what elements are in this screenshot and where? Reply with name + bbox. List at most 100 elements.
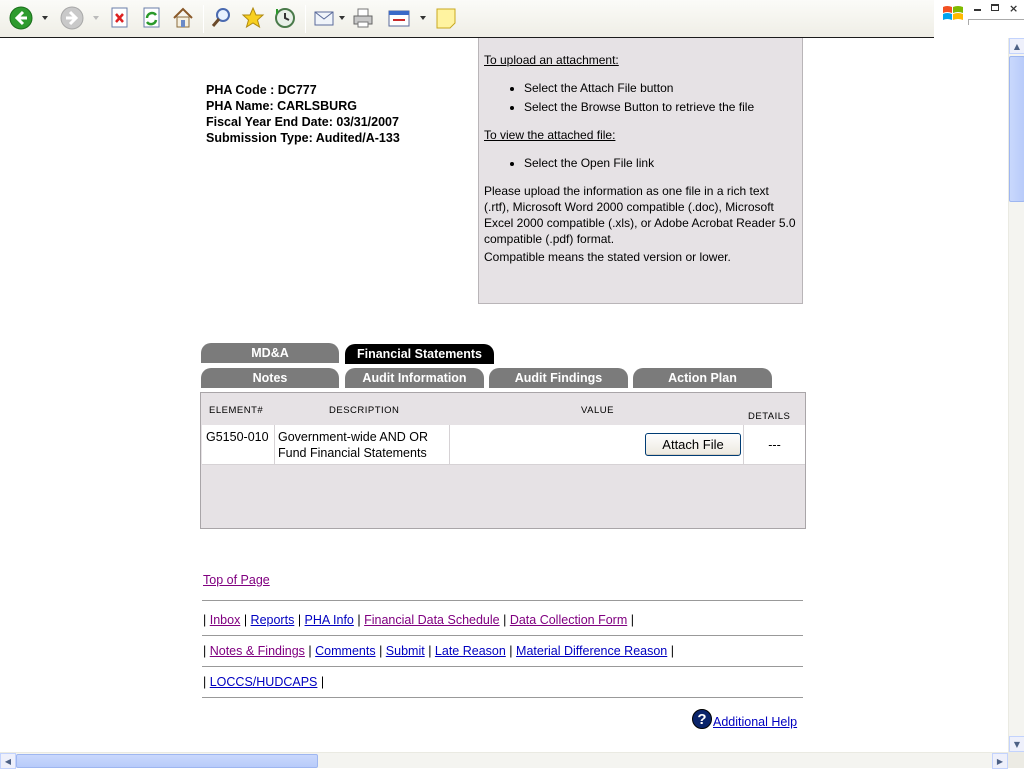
divider (202, 666, 803, 667)
restore-icon[interactable] (991, 4, 999, 11)
description-line: Fund Financial Statements (278, 446, 427, 460)
separator: | (320, 675, 325, 689)
financial-statements-table: ELEMENT# DESCRIPTION VALUE DETAILS G5150… (200, 392, 806, 529)
view-heading: To view the attached file: (484, 128, 616, 142)
vertical-scrollbar[interactable]: ▲ ▼ (1008, 38, 1024, 752)
back-dropdown-icon[interactable] (42, 16, 48, 20)
divider (202, 600, 803, 601)
additional-help-link[interactable]: Additional Help (713, 715, 797, 729)
scroll-down-icon[interactable]: ▼ (1009, 736, 1024, 752)
late-reason-link[interactable]: Late Reason (435, 644, 506, 658)
separator: | (379, 644, 383, 658)
element-number: G5150-010 (206, 430, 269, 444)
minimize-icon[interactable] (974, 9, 981, 11)
tab-label: Action Plan (668, 371, 737, 385)
separator: | (308, 644, 312, 658)
tab-label: Financial Statements (356, 347, 483, 361)
separator: | (509, 644, 513, 658)
data-collection-form-link[interactable]: Data Collection Form (510, 613, 627, 627)
upload-heading: To upload an attachment: (484, 53, 619, 67)
vertical-scroll-thumb[interactable] (1009, 56, 1024, 202)
nav-links-row-1: | Inbox | Reports | PHA Info | Financial… (203, 613, 634, 627)
tab-mda[interactable]: MD&A (201, 343, 339, 363)
pha-info: PHA Code : DC777 PHA Name: CARLSBURG Fis… (206, 82, 400, 146)
separator: | (203, 644, 207, 658)
nav-links-row-3: | LOCCS/HUDCAPS | (203, 675, 324, 689)
separator: | (203, 675, 207, 689)
header-details: DETAILS (748, 411, 791, 422)
edit-icon[interactable] (386, 5, 412, 31)
horizontal-scrollbar[interactable]: ◀ ▶ (0, 752, 1008, 769)
attach-file-button[interactable]: Attach File (645, 433, 741, 456)
mail-icon[interactable] (311, 5, 337, 31)
separator: | (357, 613, 361, 627)
stop-icon[interactable] (107, 5, 133, 31)
tab-audit-information[interactable]: Audit Information (345, 368, 484, 388)
back-icon[interactable] (8, 5, 34, 31)
scroll-up-icon[interactable]: ▲ (1009, 38, 1024, 54)
search-icon[interactable] (209, 5, 235, 31)
scrollbar-corner (1008, 752, 1024, 768)
submission-type: Submission Type: Audited/A-133 (206, 131, 400, 145)
print-icon[interactable] (350, 5, 376, 31)
upload-step: Select the Attach File button (524, 80, 797, 96)
separator: | (203, 613, 207, 627)
close-window-icon[interactable]: × (1009, 2, 1018, 15)
browser-toolbar (0, 0, 934, 38)
financial-data-schedule-link[interactable]: Financial Data Schedule (364, 613, 500, 627)
inbox-link[interactable]: Inbox (210, 613, 241, 627)
element-cell: G5150-010 (202, 425, 275, 465)
forward-icon[interactable] (59, 5, 85, 31)
tab-financial-statements[interactable]: Financial Statements (345, 344, 494, 364)
address-bar-fragment (968, 19, 1024, 25)
horizontal-scroll-thumb[interactable] (16, 754, 318, 768)
scroll-left-icon[interactable]: ◀ (0, 753, 16, 769)
notes-icon[interactable] (433, 5, 459, 31)
refresh-icon[interactable] (139, 5, 165, 31)
separator: | (630, 613, 634, 627)
top-of-page-label: Top of Page (203, 573, 270, 587)
mail-dropdown-icon[interactable] (339, 16, 345, 20)
divider (202, 697, 803, 698)
separator: | (428, 644, 432, 658)
toolbar-separator (305, 5, 306, 33)
separator: | (503, 613, 507, 627)
top-of-page-link[interactable]: Top of Page (203, 573, 270, 587)
toolbar-separator (203, 5, 204, 33)
format-note: Please upload the information as one fil… (484, 184, 796, 246)
forward-dropdown-icon[interactable] (93, 16, 99, 20)
favorites-icon[interactable] (240, 5, 266, 31)
home-icon[interactable] (170, 5, 196, 31)
scroll-right-icon[interactable]: ▶ (992, 753, 1008, 769)
description-cell: Government-wide AND OR Fund Financial St… (275, 425, 450, 465)
reports-link[interactable]: Reports (251, 613, 295, 627)
upload-step: Select the Browse Button to retrieve the… (524, 99, 797, 115)
tab-action-plan[interactable]: Action Plan (633, 368, 772, 388)
history-icon[interactable] (272, 5, 298, 31)
instructions-box: To upload an attachment: Select the Atta… (478, 38, 803, 304)
loccs-hudcaps-link[interactable]: LOCCS/HUDCAPS (210, 675, 318, 689)
view-step: Select the Open File link (524, 155, 797, 171)
pha-info-link[interactable]: PHA Info (305, 613, 354, 627)
separator: | (243, 613, 248, 627)
upload-steps: Select the Attach File button Select the… (484, 80, 797, 115)
tab-label: MD&A (251, 346, 289, 360)
tab-audit-findings[interactable]: Audit Findings (489, 368, 628, 388)
header-description: DESCRIPTION (329, 405, 400, 416)
comments-link[interactable]: Comments (315, 644, 375, 658)
tab-label: Audit Findings (514, 371, 603, 385)
windows-logo-icon (942, 4, 964, 27)
edit-dropdown-icon[interactable] (420, 16, 426, 20)
tab-notes[interactable]: Notes (201, 368, 339, 388)
separator: | (297, 613, 302, 627)
notes-findings-link[interactable]: Notes & Findings (210, 644, 305, 658)
nav-links-row-2: | Notes & Findings | Comments | Submit |… (203, 644, 674, 658)
header-value: VALUE (581, 405, 614, 416)
additional-help[interactable]: ? Additional Help (692, 709, 797, 729)
material-difference-reason-link[interactable]: Material Difference Reason (516, 644, 667, 658)
tab-label: Audit Information (362, 371, 467, 385)
submit-link[interactable]: Submit (386, 644, 425, 658)
compat-note: Compatible means the stated version or l… (484, 250, 731, 264)
pha-name: PHA Name: CARLSBURG (206, 99, 357, 113)
help-icon[interactable]: ? (692, 709, 712, 729)
